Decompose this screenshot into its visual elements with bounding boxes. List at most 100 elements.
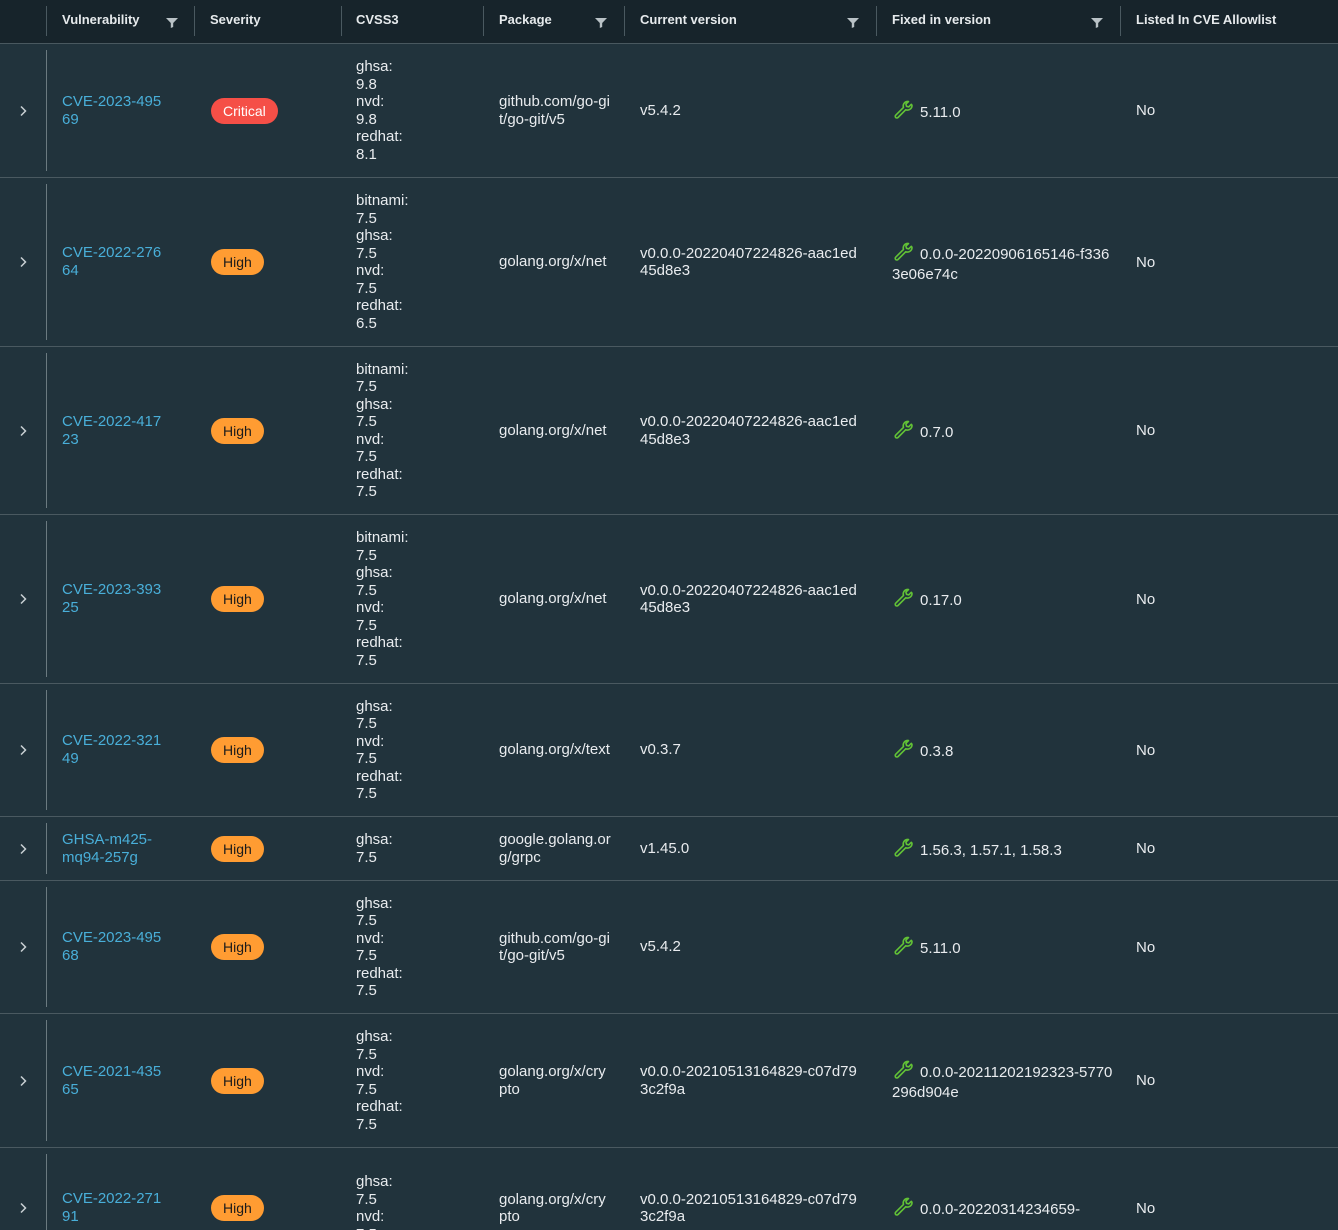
fixed-version: 5.11.0 bbox=[892, 935, 961, 959]
fixed-version-cell: 0.0.0-20220314234659- bbox=[892, 1148, 1114, 1230]
chevron-right-icon bbox=[20, 1075, 27, 1086]
vulnerability-link[interactable]: CVE-2021-43565 bbox=[62, 1063, 162, 1099]
package-name: golang.org/x/net bbox=[499, 421, 607, 439]
row-expand-button[interactable] bbox=[0, 881, 46, 1013]
allowlist-value: No bbox=[1136, 253, 1156, 271]
row-expand-button[interactable] bbox=[0, 817, 46, 880]
severity-cell: High bbox=[211, 347, 336, 514]
vulnerability-link[interactable]: CVE-2022-41723 bbox=[62, 413, 162, 449]
wrench-icon bbox=[894, 936, 913, 955]
row-expand-button[interactable] bbox=[0, 44, 46, 177]
cvss3-scores: ghsa: 9.8 nvd: 9.8 redhat: 8.1 bbox=[356, 58, 403, 163]
severity-cell: High bbox=[211, 817, 336, 880]
package-name: golang.org/x/crypto bbox=[499, 1063, 606, 1098]
severity-badge: High bbox=[211, 249, 264, 275]
fixed-version-cell: 5.11.0 bbox=[892, 44, 1114, 177]
column-header-package[interactable]: Package bbox=[484, 0, 624, 43]
current-version-cell: v0.0.0-20210513164829-c07d793c2f9a bbox=[640, 1148, 862, 1230]
current-version: v0.0.0-20210513164829-c07d793c2f9a bbox=[640, 1190, 857, 1226]
row-expand-button[interactable] bbox=[0, 178, 46, 346]
wrench-icon bbox=[894, 242, 913, 261]
cvss3-cell: ghsa: 7.5 nvd: 7.5 bbox=[356, 1148, 476, 1230]
fixed-version-cell: 1.56.3, 1.57.1, 1.58.3 bbox=[892, 817, 1114, 880]
current-version: v1.45.0 bbox=[640, 839, 690, 857]
column-label: Fixed in version bbox=[892, 12, 991, 27]
wrench-icon bbox=[894, 1197, 913, 1216]
fixed-version: 0.17.0 bbox=[892, 587, 962, 611]
severity-badge: High bbox=[211, 586, 264, 612]
vulnerability-link[interactable]: CVE-2023-49568 bbox=[62, 929, 162, 965]
row-divider bbox=[46, 690, 47, 810]
allowlist-cell: No bbox=[1136, 347, 1316, 514]
current-version: v0.0.0-20220407224826-aac1ed45d8e3 bbox=[640, 244, 857, 280]
current-version: v0.3.7 bbox=[640, 741, 681, 759]
allowlist-value: No bbox=[1136, 422, 1156, 439]
row-expand-button[interactable] bbox=[0, 1014, 46, 1147]
current-version-cell: v0.0.0-20220407224826-aac1ed45d8e3 bbox=[640, 178, 862, 346]
column-header-current-version[interactable]: Current version bbox=[625, 0, 876, 43]
allowlist-value: No bbox=[1136, 938, 1156, 956]
row-expand-button[interactable] bbox=[0, 1148, 46, 1230]
column-label: Package bbox=[499, 12, 552, 27]
allowlist-value: No bbox=[1136, 1199, 1156, 1217]
fixed-version-text: 0.17.0 bbox=[920, 592, 962, 609]
table-row: CVE-2022-41723 High bitnami: 7.5 ghsa: 7… bbox=[0, 347, 1338, 515]
allowlist-cell: No bbox=[1136, 1148, 1316, 1230]
filter-icon[interactable] bbox=[846, 15, 860, 29]
severity-badge: High bbox=[211, 835, 264, 862]
chevron-right-icon bbox=[20, 105, 27, 116]
cvss3-cell: ghsa: 7.5 bbox=[356, 817, 476, 880]
filter-icon[interactable] bbox=[594, 15, 608, 29]
vulnerability-datagrid: Vulnerability Severity CVSS3 Package Cur… bbox=[0, 0, 1338, 1230]
severity-badge: High bbox=[211, 1067, 264, 1094]
severity-badge: High bbox=[211, 737, 264, 763]
row-expand-button[interactable] bbox=[0, 515, 46, 683]
allowlist-cell: No bbox=[1136, 178, 1316, 346]
allowlist-cell: No bbox=[1136, 684, 1316, 816]
fixed-version-text: 5.11.0 bbox=[920, 103, 961, 121]
row-divider bbox=[46, 1154, 47, 1230]
chevron-right-icon bbox=[20, 843, 27, 854]
row-expand-button[interactable] bbox=[0, 347, 46, 514]
vulnerability-cell: GHSA-m425-mq94-257g bbox=[62, 817, 187, 880]
vulnerability-link[interactable]: CVE-2022-27664 bbox=[62, 244, 162, 280]
column-header-allowlist[interactable]: Listed In CVE Allowlist bbox=[1121, 0, 1338, 43]
package-cell: golang.org/x/crypto bbox=[499, 1014, 611, 1147]
fixed-version: 0.0.0-20220314234659- bbox=[892, 1196, 1080, 1220]
vulnerability-link[interactable]: CVE-2022-32149 bbox=[62, 732, 162, 768]
cvss3-cell: bitnami: 7.5 ghsa: 7.5 nvd: 7.5 redhat: … bbox=[356, 178, 476, 346]
fixed-version-cell: 0.17.0 bbox=[892, 515, 1114, 683]
column-header-cvss3[interactable]: CVSS3 bbox=[341, 0, 483, 43]
severity-cell: Critical bbox=[211, 44, 336, 177]
chevron-right-icon bbox=[20, 941, 27, 953]
severity-cell: High bbox=[211, 1148, 336, 1230]
current-version: v5.4.2 bbox=[640, 101, 681, 119]
row-divider bbox=[46, 1020, 47, 1141]
severity-badge: Critical bbox=[211, 97, 278, 124]
column-header-fixed-in-version[interactable]: Fixed in version bbox=[877, 0, 1120, 43]
wrench-icon bbox=[894, 838, 913, 857]
allowlist-value: No bbox=[1136, 840, 1156, 857]
row-divider bbox=[46, 353, 47, 508]
filter-icon[interactable] bbox=[1090, 15, 1104, 29]
severity-cell: High bbox=[211, 515, 336, 683]
table-row: CVE-2023-49569 Critical ghsa: 9.8 nvd: 9… bbox=[0, 44, 1338, 178]
current-version: v0.0.0-20220407224826-aac1ed45d8e3 bbox=[640, 413, 857, 448]
vulnerability-link[interactable]: CVE-2022-27191 bbox=[62, 1190, 162, 1226]
column-label: Severity bbox=[210, 12, 261, 27]
vulnerability-cell: CVE-2022-41723 bbox=[62, 347, 187, 514]
fixed-version-text: 0.0.0-20220906165146-f3363e06e74c bbox=[892, 245, 1110, 283]
column-header-vulnerability[interactable]: Vulnerability bbox=[47, 0, 194, 43]
table-row: CVE-2023-49568 High ghsa: 7.5 nvd: 7.5 r… bbox=[0, 881, 1338, 1014]
fixed-version-cell: 5.11.0 bbox=[892, 881, 1114, 1013]
allowlist-cell: No bbox=[1136, 515, 1316, 683]
fixed-version: 1.56.3, 1.57.1, 1.58.3 bbox=[892, 837, 1062, 861]
column-label: Current version bbox=[640, 12, 737, 27]
vulnerability-link[interactable]: CVE-2023-39325 bbox=[62, 581, 162, 617]
row-expand-button[interactable] bbox=[0, 684, 46, 816]
column-header-severity[interactable]: Severity bbox=[195, 0, 341, 43]
filter-icon[interactable] bbox=[165, 15, 179, 29]
fixed-version-text: 0.3.8 bbox=[920, 743, 954, 760]
vulnerability-link[interactable]: CVE-2023-49569 bbox=[62, 93, 162, 129]
vulnerability-link[interactable]: GHSA-m425-mq94-257g bbox=[62, 831, 162, 867]
